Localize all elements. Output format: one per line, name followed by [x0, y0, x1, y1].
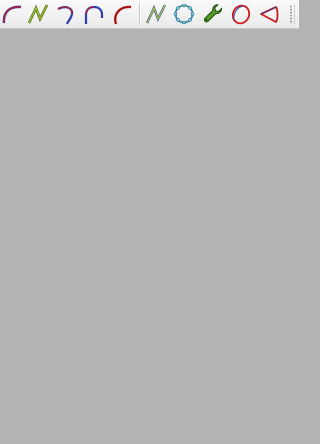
sketcher-toolbar	[0, 0, 299, 29]
edit-tool-button[interactable]	[201, 2, 225, 26]
three-point-arc-icon	[114, 5, 132, 25]
arc-icon	[2, 5, 22, 24]
slot-tool-button[interactable]	[257, 2, 281, 26]
ellipse-icon	[231, 4, 251, 25]
polygon-tool-button[interactable]	[172, 2, 196, 26]
arc-tool-button[interactable]	[0, 2, 24, 26]
bspline-icon	[145, 4, 167, 24]
bspline-tool-button[interactable]	[144, 2, 168, 26]
polygon-icon	[173, 3, 195, 25]
workspace-area	[0, 29, 299, 444]
three-point-arc-tool-button[interactable]	[110, 2, 134, 26]
wrench-icon	[203, 4, 223, 23]
toolbar-grip-handle[interactable]	[290, 5, 292, 24]
toolbar-separator	[139, 3, 141, 25]
toolbar-overflow-handle[interactable]	[294, 4, 300, 24]
curved-line-icon	[57, 6, 74, 25]
fillet-tool-button[interactable]	[82, 2, 106, 26]
slot-icon	[260, 6, 279, 23]
fillet-icon	[84, 5, 104, 24]
curved-line-tool-button[interactable]	[54, 2, 78, 26]
polyline-icon	[27, 4, 49, 24]
ellipse-tool-button[interactable]	[229, 2, 253, 26]
polyline-tool-button[interactable]	[26, 2, 50, 26]
